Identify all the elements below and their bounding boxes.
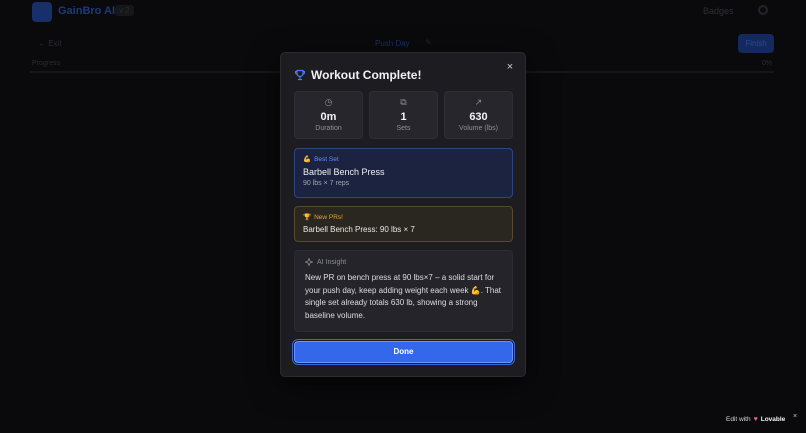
flexed-biceps-icon: 💪: [303, 156, 312, 163]
stat-volume: ↗ 630 Volume (lbs): [444, 91, 513, 139]
new-prs-card: 🏆 New PRs! Barbell Bench Press: 90 lbs ×…: [294, 206, 513, 242]
lovable-prefix: Edit with: [726, 416, 751, 423]
workout-stats: ◷ 0m Duration ⧉ 1 Sets ↗ 630 Volume (lbs…: [294, 91, 513, 139]
best-set-exercise: Barbell Bench Press: [303, 167, 385, 177]
workout-complete-dialog: × Workout Complete! ◷ 0m Duration ⧉ 1 Se…: [280, 52, 526, 377]
ai-insight-card: AI Insight New PR on bench press at 90 l…: [294, 250, 513, 332]
stat-value: 0m: [320, 111, 337, 123]
best-set-detail: 90 lbs × 7 reps: [303, 180, 350, 187]
best-set-heading: 💪 Best Set: [303, 155, 504, 164]
new-prs-heading-label: New PRs!: [314, 213, 343, 221]
edit-with-lovable-badge[interactable]: Edit with ♥ Lovable: [726, 413, 785, 426]
dialog-title: Workout Complete!: [311, 68, 422, 82]
sparkle-icon: [305, 258, 313, 266]
lovable-heart-icon: ♥: [753, 416, 758, 423]
best-set-card: 💪 Best Set Barbell Bench Press 90 lbs × …: [294, 148, 513, 198]
trending-up-icon: ↗: [474, 97, 483, 107]
stat-label: Sets: [396, 125, 411, 132]
stat-label: Volume (lbs): [459, 125, 498, 132]
trophy-icon: [295, 69, 305, 81]
ai-insight-heading-label: AI Insight: [317, 258, 347, 266]
pr-item: Barbell Bench Press: 90 lbs × 7: [303, 225, 415, 234]
trophy-emoji-icon: 🏆: [303, 214, 312, 221]
stat-label: Duration: [315, 125, 342, 132]
stat-sets: ⧉ 1 Sets: [369, 91, 438, 139]
lovable-brand: Lovable: [760, 416, 786, 423]
clock-icon: ◷: [324, 97, 333, 107]
stat-duration: ◷ 0m Duration: [294, 91, 363, 139]
lovable-close-icon[interactable]: ×: [793, 413, 797, 420]
ai-insight-heading: AI Insight: [305, 258, 502, 266]
ai-insight-text: New PR on bench press at 90 lbs×7 – a so…: [305, 273, 502, 320]
done-button[interactable]: Done: [294, 341, 513, 363]
stat-value: 1: [400, 111, 407, 123]
new-prs-heading: 🏆 New PRs!: [303, 213, 504, 222]
best-set-heading-label: Best Set: [314, 155, 339, 163]
stat-value: 630: [469, 111, 488, 123]
sets-icon: ⧉: [400, 97, 407, 107]
dialog-header: Workout Complete!: [294, 68, 421, 82]
close-icon[interactable]: ×: [504, 61, 516, 73]
